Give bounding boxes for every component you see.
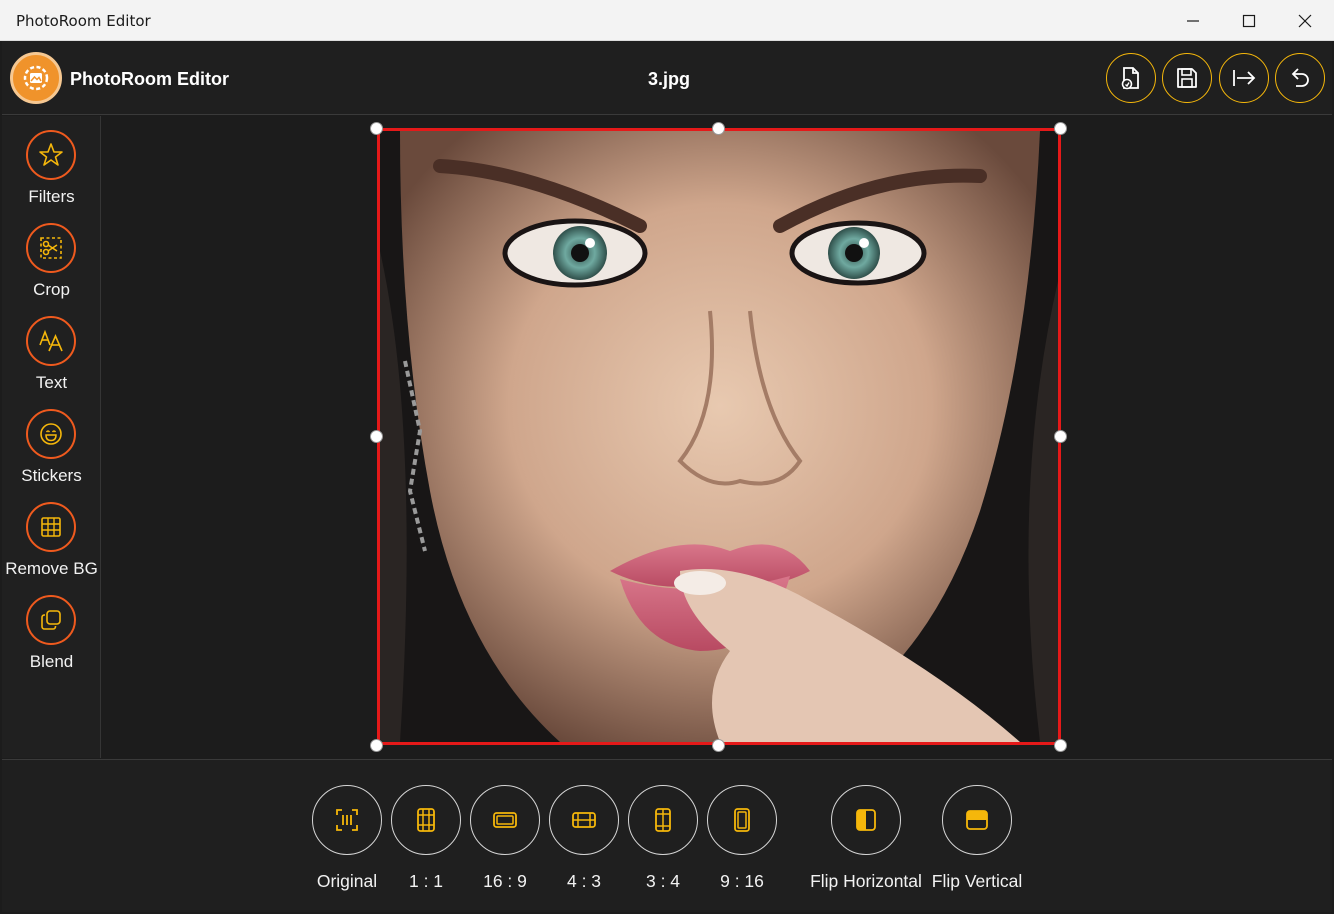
flip-option-label: Flip Vertical bbox=[931, 871, 1023, 891]
grid-icon bbox=[41, 517, 61, 537]
photo-image[interactable] bbox=[377, 128, 1061, 745]
sidebar-item-label: Crop bbox=[33, 280, 70, 299]
crop-option-label: 16 : 9 bbox=[483, 871, 527, 891]
undo-icon bbox=[1291, 68, 1309, 87]
editor-canvas bbox=[102, 116, 1332, 758]
text-aa-icon bbox=[39, 329, 63, 352]
save-button[interactable] bbox=[1162, 53, 1212, 103]
crop-option-3-4[interactable]: 3 : 4 bbox=[628, 785, 698, 892]
file-save-icon bbox=[1121, 67, 1139, 90]
sidebar-item-label: Remove BG bbox=[5, 559, 98, 578]
app-name: PhotoRoom Editor bbox=[70, 69, 229, 89]
crop-option-9-16[interactable]: 9 : 16 bbox=[707, 785, 777, 892]
portrait-photo bbox=[380, 131, 1058, 742]
sidebar-item-text[interactable]: Text bbox=[2, 316, 101, 406]
crop-option-label: 3 : 4 bbox=[645, 871, 681, 891]
app-header: PhotoRoom Editor 3.jpg bbox=[2, 41, 1332, 115]
crop-option-label: 9 : 16 bbox=[720, 871, 764, 891]
sidebar-item-stickers[interactable]: Stickers bbox=[2, 409, 101, 499]
sidebar-item-label: Text bbox=[35, 373, 68, 392]
flip-vertical-button[interactable]: Flip Vertical bbox=[922, 785, 1032, 892]
crop-handle-bottom-right[interactable] bbox=[1054, 739, 1067, 752]
window-title: PhotoRoom Editor bbox=[16, 12, 151, 30]
flip-horizontal-button[interactable]: Flip Horizontal bbox=[806, 785, 926, 892]
crop-handle-bottom-left[interactable] bbox=[370, 739, 383, 752]
crop-option-16-9[interactable]: 16 : 9 bbox=[470, 785, 540, 892]
crop-handle-left[interactable] bbox=[370, 430, 383, 443]
title-bar: PhotoRoom Editor bbox=[0, 0, 1334, 41]
sidebar-item-remove-bg[interactable]: Remove BG bbox=[2, 502, 101, 592]
crop-handle-top-right[interactable] bbox=[1054, 122, 1067, 135]
layers-copy-icon bbox=[41, 610, 61, 630]
flip-vertical-icon bbox=[966, 810, 988, 830]
crop-9-16-icon bbox=[734, 808, 750, 832]
minimize-icon bbox=[1187, 19, 1199, 22]
crop-option-original[interactable]: Original bbox=[302, 785, 392, 892]
crop-scissors-icon bbox=[40, 237, 62, 259]
flip-option-label: Flip Horizontal bbox=[810, 871, 922, 891]
crop-16-9-icon bbox=[493, 812, 517, 828]
crop-4-3-icon bbox=[572, 812, 596, 828]
crop-option-label: 1 : 1 bbox=[408, 871, 444, 891]
crop-options-bar: Original 1 : 1 16 : 9 4: 3 3: 4 9: 16… bbox=[2, 759, 1332, 912]
crop-handle-bottom[interactable] bbox=[712, 739, 725, 752]
crop-handle-right[interactable] bbox=[1054, 430, 1067, 443]
sidebar-item-blend[interactable]: Blend bbox=[2, 595, 101, 685]
export-button[interactable] bbox=[1219, 53, 1269, 103]
crop-option-label: 4 : 3 bbox=[566, 871, 602, 891]
sidebar-item-filters[interactable]: Filters bbox=[2, 130, 101, 220]
sidebar-item-label: Stickers bbox=[21, 466, 82, 485]
file-name: 3.jpg bbox=[647, 69, 690, 89]
arrow-right-bar-icon bbox=[1233, 70, 1256, 86]
app-window: PhotoRoom Editor PhotoRoom Editor 3.jpg bbox=[0, 0, 1334, 914]
sidebar-item-label: Blend bbox=[29, 652, 74, 671]
crop-handle-top-left[interactable] bbox=[370, 122, 383, 135]
star-icon bbox=[39, 143, 63, 166]
undo-button[interactable] bbox=[1275, 53, 1325, 103]
sidebar-item-crop[interactable]: Crop bbox=[2, 223, 101, 313]
close-icon bbox=[1298, 14, 1312, 27]
crop-3-4-icon bbox=[655, 808, 671, 832]
save-as-button[interactable] bbox=[1106, 53, 1156, 103]
flip-horizontal-icon bbox=[856, 809, 876, 831]
floppy-disk-icon bbox=[1177, 68, 1197, 88]
crop-original-icon bbox=[336, 809, 358, 831]
crop-handle-top[interactable] bbox=[712, 122, 725, 135]
tools-sidebar: Filters Crop Text Stickers Remove BG Ble… bbox=[2, 116, 101, 758]
minimize-button[interactable] bbox=[1165, 0, 1221, 41]
smiley-icon bbox=[40, 423, 62, 445]
crop-option-1-1[interactable]: 1 : 1 bbox=[391, 785, 461, 892]
maximize-button[interactable] bbox=[1221, 0, 1277, 41]
maximize-icon bbox=[1242, 14, 1256, 27]
crop-option-label: Original bbox=[316, 871, 378, 891]
crop-option-4-3[interactable]: 4 : 3 bbox=[549, 785, 619, 892]
sidebar-item-label: Filters bbox=[28, 187, 75, 206]
crop-1-1-icon bbox=[417, 808, 435, 832]
close-button[interactable] bbox=[1277, 0, 1333, 41]
app-logo-icon bbox=[10, 52, 62, 104]
